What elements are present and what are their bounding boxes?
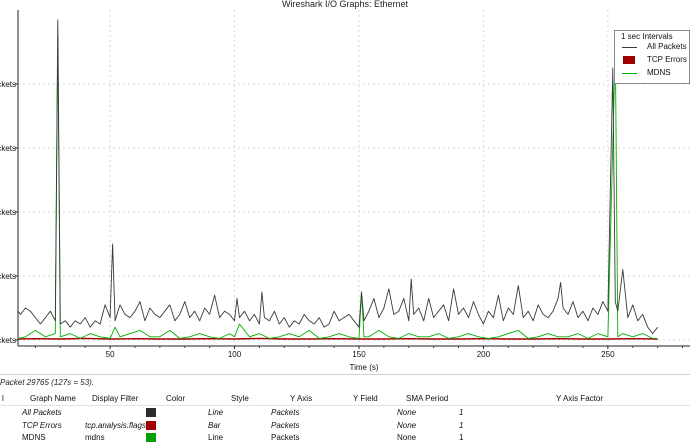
row-style[interactable]: Bar — [208, 421, 220, 430]
row-style[interactable]: Line — [208, 433, 223, 442]
io-graph-plot[interactable]: Packets Packets Packets Packets Packets 50 100… — [0, 0, 690, 374]
row-graph-name[interactable]: MDNS — [22, 433, 46, 442]
legend-item-mdns: MDNS — [615, 68, 689, 79]
row-sma-period[interactable]: None — [397, 421, 416, 430]
row-y-axis-factor[interactable]: 1 — [459, 421, 463, 430]
y-tick-label: Packets — [0, 272, 16, 281]
legend-swatch-mdns — [622, 73, 637, 74]
x-tick-label: 200 — [477, 350, 491, 359]
column-header-y-axis[interactable]: Y Axis — [290, 394, 312, 403]
pane-divider[interactable] — [0, 374, 690, 375]
column-header-sma-period[interactable]: SMA Period — [406, 394, 448, 403]
y-tick-label: Packets — [0, 208, 16, 217]
row-display-filter[interactable]: tcp.analysis.flags — [85, 421, 146, 430]
x-tick-label: 50 — [106, 350, 115, 359]
y-tick-label: Packets — [0, 80, 16, 89]
row-display-filter[interactable]: mdns — [85, 433, 105, 442]
column-header-style[interactable]: Style — [231, 394, 249, 403]
y-tick-label: Packets — [0, 336, 16, 345]
graph-table: l Graph Name Display Filter Color Style … — [0, 393, 690, 444]
table-header: l Graph Name Display Filter Color Style … — [0, 393, 690, 406]
column-enabled-header[interactable]: l — [2, 394, 4, 403]
series-line-all-packets — [17, 19, 658, 335]
series-line-tcp-errors — [17, 337, 658, 340]
column-header-y-axis-factor[interactable]: Y Axis Factor — [556, 394, 603, 403]
row-graph-name[interactable]: All Packets — [22, 408, 62, 417]
x-axis-label: Time (s) — [349, 363, 378, 372]
row-color-swatch[interactable] — [146, 408, 156, 417]
table-row[interactable]: MDNS mdns Line Packets None 1 — [0, 432, 690, 444]
row-y-axis[interactable]: Packets — [271, 433, 299, 442]
row-graph-name[interactable]: TCP Errors — [22, 421, 62, 430]
column-header-display-filter[interactable]: Display Filter — [92, 394, 138, 403]
x-tick-label: 150 — [352, 350, 366, 359]
status-hint: Packet 29765 (127s = 53). — [0, 378, 95, 387]
legend-label: TCP Errors — [647, 55, 687, 64]
legend-label: MDNS — [647, 68, 671, 77]
row-color-swatch[interactable] — [146, 421, 156, 430]
table-row[interactable]: All Packets Line Packets None 1 — [0, 407, 690, 419]
legend-item-all-packets: All Packets — [615, 42, 689, 53]
row-color-swatch[interactable] — [146, 433, 156, 442]
legend-swatch-all-packets — [622, 47, 637, 48]
legend-title: 1 sec Intervals — [621, 32, 673, 41]
legend-label: All Packets — [647, 42, 687, 51]
y-tick-label: Packets — [0, 144, 16, 153]
row-sma-period[interactable]: None — [397, 433, 416, 442]
table-row[interactable]: TCP Errors tcp.analysis.flags Bar Packet… — [0, 420, 690, 432]
legend-swatch-tcp-errors — [623, 56, 635, 64]
row-y-axis-factor[interactable]: 1 — [459, 408, 463, 417]
legend-item-tcp-errors: TCP Errors — [615, 55, 689, 66]
row-y-axis[interactable]: Packets — [271, 421, 299, 430]
column-header-y-field[interactable]: Y Field — [353, 394, 378, 403]
graph-legend: 1 sec Intervals All Packets TCP Errors M… — [614, 30, 690, 84]
row-y-axis-factor[interactable]: 1 — [459, 433, 463, 442]
x-tick-label: 100 — [228, 350, 242, 359]
x-tick-label: 250 — [601, 350, 615, 359]
column-header-graph-name[interactable]: Graph Name — [30, 394, 76, 403]
column-header-color[interactable]: Color — [166, 394, 185, 403]
row-sma-period[interactable]: None — [397, 408, 416, 417]
row-style[interactable]: Line — [208, 408, 223, 417]
row-y-axis[interactable]: Packets — [271, 408, 299, 417]
